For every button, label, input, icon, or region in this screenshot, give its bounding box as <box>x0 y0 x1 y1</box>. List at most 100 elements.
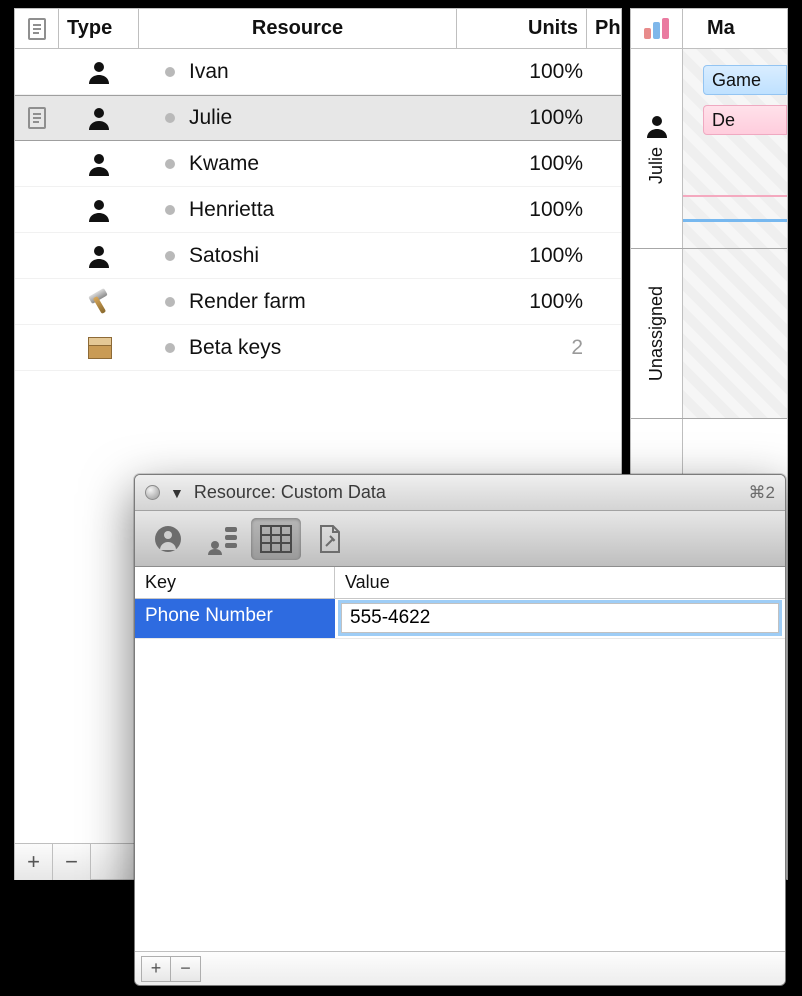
row-units[interactable]: 100% <box>457 106 587 130</box>
box-icon <box>86 337 112 359</box>
units-value: 100% <box>529 106 583 129</box>
bullet-icon <box>165 113 175 123</box>
resource-name: Beta keys <box>189 336 281 360</box>
gantt-row-label: Julie <box>631 49 683 248</box>
gantt-bar-de[interactable]: De <box>703 105 787 135</box>
row-resource[interactable]: Ivan <box>139 60 457 84</box>
resource-row[interactable]: Henrietta 100% <box>15 187 621 233</box>
person-icon <box>86 151 112 177</box>
row-type <box>59 151 139 177</box>
gantt-bar-game[interactable]: Game <box>703 65 787 95</box>
hammer-icon <box>86 289 112 315</box>
person-icon <box>86 197 112 223</box>
resource-row[interactable]: Ivan 100% <box>15 49 621 95</box>
bullet-icon <box>165 251 175 261</box>
bar-chart-icon <box>643 18 671 40</box>
row-resource[interactable]: Kwame <box>139 152 457 176</box>
resource-name: Henrietta <box>189 198 274 222</box>
bullet-icon <box>165 159 175 169</box>
column-phone[interactable]: Ph <box>587 9 621 48</box>
column-units[interactable]: Units <box>457 9 587 48</box>
custom-data-value-cell[interactable] <box>335 599 785 638</box>
gantt-row-name: Julie <box>646 147 667 184</box>
gantt-row-unassigned[interactable]: Unassigned <box>631 249 787 419</box>
gantt-row-julie[interactable]: Julie Game De <box>631 49 787 249</box>
person-icon <box>86 243 112 269</box>
gantt-bars-unassigned[interactable] <box>683 249 787 418</box>
inspector-title: Resource: Custom Data <box>194 482 386 503</box>
tab-resource-info[interactable] <box>143 518 193 560</box>
disclosure-icon[interactable]: ▼ <box>170 485 184 501</box>
custom-data-key[interactable]: Phone Number <box>135 599 335 638</box>
outline-header: Type Resource Units Ph <box>15 9 621 49</box>
custom-data-value-input[interactable] <box>341 603 779 633</box>
units-value: 2 <box>571 336 583 359</box>
row-type <box>59 59 139 85</box>
gantt-row-label: Unassigned <box>631 249 683 418</box>
gantt-line-blue <box>683 219 787 222</box>
units-value: 100% <box>529 60 583 83</box>
row-resource[interactable]: Satoshi <box>139 244 457 268</box>
tab-attachments[interactable] <box>305 518 355 560</box>
resource-row[interactable]: Kwame 100% <box>15 141 621 187</box>
gantt-header: Ma <box>631 9 787 49</box>
person-icon <box>644 113 670 139</box>
row-resource[interactable]: Render farm <box>139 290 457 314</box>
units-value: 100% <box>529 198 583 221</box>
row-type <box>59 105 139 131</box>
bullet-icon <box>165 205 175 215</box>
tab-assignments[interactable] <box>197 518 247 560</box>
resource-name: Satoshi <box>189 244 259 268</box>
resource-name: Render farm <box>189 290 306 314</box>
gantt-period-label: Ma <box>683 9 787 48</box>
row-note[interactable] <box>15 106 59 130</box>
resource-name: Julie <box>189 106 232 130</box>
row-units[interactable]: 100% <box>457 60 587 84</box>
resource-row[interactable]: Beta keys 2 <box>15 325 621 371</box>
resource-row[interactable]: Satoshi 100% <box>15 233 621 279</box>
resource-name: Kwame <box>189 152 259 176</box>
gantt-bars-julie[interactable]: Game De <box>683 49 787 248</box>
custom-data-row[interactable]: Phone Number <box>135 599 785 639</box>
close-traffic-icon[interactable] <box>145 485 160 500</box>
row-type <box>59 243 139 269</box>
row-type <box>59 337 139 359</box>
inspector-columns: Key Value <box>135 567 785 599</box>
row-resource[interactable]: Henrietta <box>139 198 457 222</box>
remove-resource-button[interactable]: − <box>53 844 91 880</box>
resource-row[interactable]: Render farm 100% <box>15 279 621 325</box>
add-custom-data-button[interactable]: + <box>141 956 171 982</box>
inspector-titlebar[interactable]: ▼ Resource: Custom Data ⌘2 <box>135 475 785 511</box>
resource-row[interactable]: Julie 100% <box>15 95 621 141</box>
tab-custom-data[interactable] <box>251 518 301 560</box>
column-key[interactable]: Key <box>135 567 335 598</box>
row-units[interactable]: 100% <box>457 290 587 314</box>
row-units[interactable]: 2 <box>457 336 587 360</box>
row-resource[interactable]: Beta keys <box>139 336 457 360</box>
column-value[interactable]: Value <box>335 567 785 598</box>
note-icon <box>27 17 47 41</box>
bullet-icon <box>165 297 175 307</box>
row-units[interactable]: 100% <box>457 244 587 268</box>
inspector-window[interactable]: ▼ Resource: Custom Data ⌘2 <box>134 474 786 986</box>
row-units[interactable]: 100% <box>457 152 587 176</box>
units-value: 100% <box>529 290 583 313</box>
column-resource[interactable]: Resource <box>139 9 457 48</box>
inspector-toolbar <box>135 511 785 567</box>
column-type[interactable]: Type <box>59 9 139 48</box>
bullet-icon <box>165 67 175 77</box>
inspector-footer: + − <box>135 951 785 985</box>
remove-custom-data-button[interactable]: − <box>171 956 201 982</box>
column-note[interactable] <box>15 9 59 48</box>
row-resource[interactable]: Julie <box>139 106 457 130</box>
inspector-shortcut: ⌘2 <box>749 483 775 503</box>
row-units[interactable]: 100% <box>457 198 587 222</box>
gantt-line-pink <box>683 195 787 197</box>
bullet-icon <box>165 343 175 353</box>
gantt-row-name: Unassigned <box>646 286 667 381</box>
add-resource-button[interactable]: + <box>15 844 53 880</box>
chart-icon-cell[interactable] <box>631 9 683 48</box>
row-type <box>59 197 139 223</box>
units-value: 100% <box>529 244 583 267</box>
person-icon <box>86 105 112 131</box>
